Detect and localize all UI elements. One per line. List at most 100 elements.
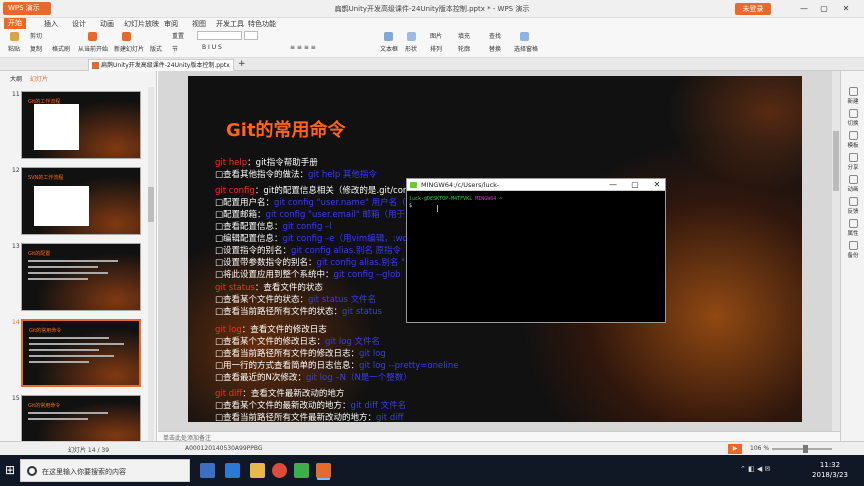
document-tab[interactable]: 扁鹊Unity开发高级课件-24Unity版本控制.pptx	[88, 59, 234, 71]
shape-icon[interactable]	[407, 32, 416, 41]
from-current-button[interactable]: 从当前开始	[78, 44, 108, 53]
zoom-slider-handle[interactable]	[803, 445, 808, 453]
wps-taskbar-icon[interactable]	[316, 463, 331, 478]
task-view-icon[interactable]	[200, 463, 215, 478]
terminal-minimize-button[interactable]: —	[603, 179, 623, 191]
line-text: □查看某个文件的修改日志：	[215, 337, 326, 347]
panel-properties[interactable]: 属性	[843, 219, 863, 237]
replace-button[interactable]: 替换	[489, 44, 501, 53]
panel-switch[interactable]: 切换	[843, 109, 863, 127]
panel-template[interactable]: 模板	[843, 131, 863, 149]
copy-button[interactable]: 复制	[30, 44, 42, 53]
arrange-button[interactable]: 排列	[430, 44, 442, 53]
login-button[interactable]: 未登录	[735, 3, 771, 15]
slide-text-line: □查看当前路径所有文件最新改动的地方：git diff	[215, 411, 403, 422]
new-slide-icon[interactable]	[122, 32, 131, 41]
panel-backup[interactable]: 备份	[843, 241, 863, 259]
thumbnail-number: 14	[12, 319, 20, 326]
shape-button[interactable]: 形状	[405, 44, 417, 53]
tab-developer[interactable]: 开发工具	[216, 19, 244, 29]
tab-view[interactable]: 视图	[192, 19, 206, 29]
command-example: git diff 文件名	[350, 401, 407, 411]
menu-bar: 开始 插入 设计 动画 幻灯片放映 审阅 视图 开发工具 特色功能	[0, 18, 864, 29]
tab-design[interactable]: 设计	[72, 19, 86, 29]
slide-text-line: git help：git指令帮助手册	[215, 156, 318, 168]
taskbar-search-input[interactable]: 在这里输入你要搜索的内容	[20, 459, 190, 482]
font-name-select[interactable]	[197, 31, 242, 40]
wps-window: WPS 演示 扁鹊Unity开发高级课件-24Unity版本控制.pptx * …	[0, 0, 864, 486]
tab-slides[interactable]: 幻灯片	[30, 74, 48, 83]
zoom-slider[interactable]	[772, 448, 832, 450]
file-explorer-icon[interactable]	[250, 463, 265, 478]
scrollbar-thumb[interactable]	[148, 187, 154, 222]
command-example: git log –N（N是一个整数）	[305, 373, 412, 383]
theme-name: A000120140530A99PPBG	[185, 445, 263, 452]
layout-button[interactable]: 版式	[150, 44, 162, 53]
new-tab-plus-icon[interactable]: +	[238, 59, 246, 69]
from-current-icon[interactable]	[88, 32, 97, 41]
select-pane-icon[interactable]	[520, 32, 529, 41]
minimize-button[interactable]: —	[798, 3, 810, 15]
panel-new[interactable]: 新建	[843, 87, 863, 105]
section-button[interactable]: 节	[172, 44, 178, 53]
line-text: □查看当前路径所有文件的状态：	[215, 307, 343, 317]
line-text: □查看最近的N次修改：	[215, 373, 306, 383]
tab-home[interactable]: 开始	[4, 18, 26, 29]
format-painter-button[interactable]: 格式刷	[52, 44, 70, 53]
tab-slideshow[interactable]: 幻灯片放映	[124, 19, 159, 29]
git-bash-terminal[interactable]: MINGW64:/c/Users/luck- — ▢ ✕ luck-@DESKT…	[406, 178, 666, 323]
clock-date: 2018/3/23	[812, 471, 848, 479]
select-pane-button[interactable]: 选择窗格	[514, 44, 538, 53]
paste-icon[interactable]	[10, 32, 19, 41]
workspace-scrollbar[interactable]	[832, 71, 840, 431]
line-text: ：查看文件的状态	[254, 283, 323, 293]
new-slide-button[interactable]: 新建幻灯片	[114, 44, 144, 53]
find-button[interactable]: 查找	[489, 31, 501, 40]
command-keyword: git log	[215, 325, 242, 335]
panel-animation[interactable]: 动画	[843, 175, 863, 193]
picture-button[interactable]: 图片	[430, 31, 442, 40]
thumbnails-scrollbar[interactable]	[148, 87, 154, 443]
terminal-maximize-button[interactable]: ▢	[625, 179, 645, 191]
slide-text-line: git status：查看文件的状态	[215, 281, 323, 293]
play-slideshow-button[interactable]: ▶	[728, 444, 742, 454]
panel-feedback[interactable]: 反馈	[843, 197, 863, 215]
thumbnail-title: SVN的工作流程	[28, 175, 64, 181]
reset-button[interactable]: 重置	[172, 31, 184, 40]
chrome-icon[interactable]	[272, 463, 287, 478]
camtasia-icon[interactable]	[294, 463, 309, 478]
panel-share[interactable]: 分享	[843, 153, 863, 171]
windows-start-icon[interactable]: ⊞	[3, 463, 17, 477]
tab-review[interactable]: 审阅	[164, 19, 178, 29]
maximize-button[interactable]: ▢	[818, 3, 830, 15]
textbox-icon[interactable]	[384, 32, 393, 41]
terminal-close-button[interactable]: ✕	[647, 179, 665, 191]
line-text: □设置指令的别名：	[215, 246, 292, 256]
textbox-button[interactable]: 文本框	[380, 44, 398, 53]
slide-text-line: git log：查看文件的修改日志	[215, 323, 327, 335]
terminal-prompt[interactable]: luck-@DESKTOP-M4TFVKL MINGW64 ~	[409, 196, 502, 202]
close-button[interactable]: ✕	[840, 3, 852, 15]
cut-button[interactable]: 剪切	[30, 31, 42, 40]
slide-title[interactable]: Git的常用命令	[226, 116, 346, 142]
paste-button[interactable]: 粘贴	[8, 44, 20, 53]
align-icons[interactable]: ≡ ≡ ≡ ≡	[290, 44, 316, 51]
scrollbar-thumb[interactable]	[833, 131, 839, 191]
document-tab-label: 扁鹊Unity开发高级课件-24Unity版本控制.pptx	[101, 62, 230, 69]
edge-browser-icon[interactable]	[225, 463, 240, 478]
system-clock[interactable]: 11:32 2018/3/23	[805, 460, 855, 480]
notes-pane[interactable]: 单击此处添加备注	[158, 431, 840, 442]
zoom-level[interactable]: 106 %	[750, 445, 769, 452]
tab-animation[interactable]: 动画	[100, 19, 114, 29]
format-icons[interactable]: B I U S	[202, 44, 222, 51]
diagram-image	[34, 186, 89, 226]
fill-button[interactable]: 填充	[458, 31, 470, 40]
terminal-title-bar[interactable]: MINGW64:/c/Users/luck- — ▢ ✕	[407, 179, 665, 191]
tray-icons[interactable]: ⌃ ◧ ◀ ✉	[740, 465, 770, 473]
slide-text-line: □查看当前路径所有文件的修改日志：git log	[215, 347, 386, 359]
tab-outline[interactable]: 大纲	[10, 74, 22, 83]
outline-button[interactable]: 轮廓	[458, 44, 470, 53]
tab-features[interactable]: 特色功能	[248, 19, 276, 29]
tab-insert[interactable]: 插入	[44, 19, 58, 29]
font-size-select[interactable]	[244, 31, 258, 40]
